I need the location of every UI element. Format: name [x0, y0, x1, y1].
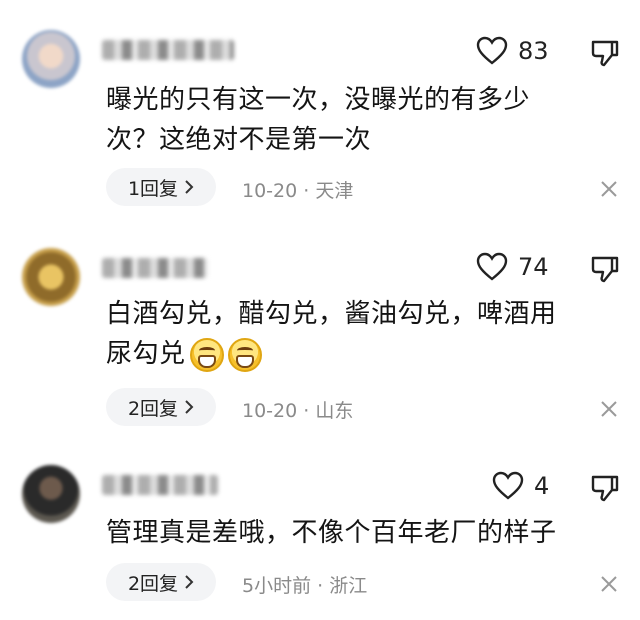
comment-item: 74 白酒勾兑，醋勾兑，酱油勾兑，啤酒用 尿勾兑 2回复 10-20 · 山东 — [0, 220, 640, 445]
heart-outline-icon — [476, 36, 508, 65]
thumbs-down-icon[interactable] — [590, 473, 620, 503]
thumbs-down-icon[interactable] — [590, 254, 620, 284]
reply-count-label: 2回复 — [127, 397, 179, 420]
username-blurred[interactable] — [102, 40, 234, 60]
close-icon[interactable] — [598, 398, 620, 420]
like-button[interactable]: 83 — [476, 36, 549, 66]
comment-text-line: 白酒勾兑，醋勾兑，酱油勾兑，啤酒用 — [106, 299, 557, 329]
avatar[interactable] — [22, 465, 80, 523]
close-icon[interactable] — [598, 178, 620, 200]
chevron-right-icon — [185, 180, 194, 194]
avatar[interactable] — [22, 248, 80, 306]
chevron-right-icon — [185, 575, 194, 589]
comment-item: 4 管理真是差哦，不像个百年老厂的样子 2回复 5小时前 · 浙江 — [0, 445, 640, 620]
comment-time: 5小时前 — [242, 575, 312, 597]
comment-text: 曝光的只有这一次，没曝光的有多少 次？这绝对不是第一次 — [106, 80, 606, 160]
grinning-emoji — [227, 337, 262, 372]
comment-meta: 10-20 · 天津 — [242, 176, 353, 203]
like-button[interactable]: 74 — [476, 252, 549, 282]
comment-time: 10-20 — [242, 180, 298, 202]
avatar[interactable] — [22, 30, 80, 88]
like-count: 83 — [518, 37, 549, 65]
comment-text-line-row: 尿勾兑 — [106, 334, 606, 374]
comment-text-line: 管理真是差哦，不像个百年老厂的样子 — [106, 518, 557, 548]
reply-count-button[interactable]: 1回复 — [106, 168, 216, 206]
comment-location: 天津 — [315, 180, 354, 202]
like-count: 4 — [534, 472, 550, 500]
heart-outline-icon — [492, 471, 524, 500]
comment-time: 10-20 — [242, 400, 298, 422]
comment-text-line: 次？这绝对不是第一次 — [106, 125, 372, 155]
heart-outline-icon — [476, 252, 508, 281]
comment-meta: 10-20 · 山东 — [242, 396, 353, 423]
grinning-emoji — [189, 337, 224, 372]
comment-location: 浙江 — [329, 575, 368, 597]
reply-count-label: 2回复 — [127, 572, 179, 595]
close-icon[interactable] — [598, 573, 620, 595]
comment-item: 83 曝光的只有这一次，没曝光的有多少 次？这绝对不是第一次 1回复 10-20… — [0, 0, 640, 220]
like-count: 74 — [518, 253, 549, 281]
like-button[interactable]: 4 — [492, 471, 549, 501]
comment-text: 管理真是差哦，不像个百年老厂的样子 — [106, 513, 606, 553]
chevron-right-icon — [185, 400, 194, 414]
reply-count-button[interactable]: 2回复 — [106, 563, 216, 601]
meta-separator: · — [303, 180, 310, 202]
username-blurred[interactable] — [102, 258, 208, 278]
reply-count-button[interactable]: 2回复 — [106, 388, 216, 426]
thumbs-down-icon[interactable] — [590, 38, 620, 68]
comment-text: 白酒勾兑，醋勾兑，酱油勾兑，啤酒用 尿勾兑 — [106, 294, 606, 374]
comment-text-line: 尿勾兑 — [106, 339, 186, 369]
comment-text-line: 曝光的只有这一次，没曝光的有多少 — [106, 85, 531, 115]
meta-separator: · — [303, 400, 310, 422]
username-blurred[interactable] — [102, 475, 218, 495]
comment-meta: 5小时前 · 浙江 — [242, 571, 367, 598]
comment-location: 山东 — [315, 400, 354, 422]
meta-separator: · — [317, 575, 324, 597]
reply-count-label: 1回复 — [127, 177, 179, 200]
